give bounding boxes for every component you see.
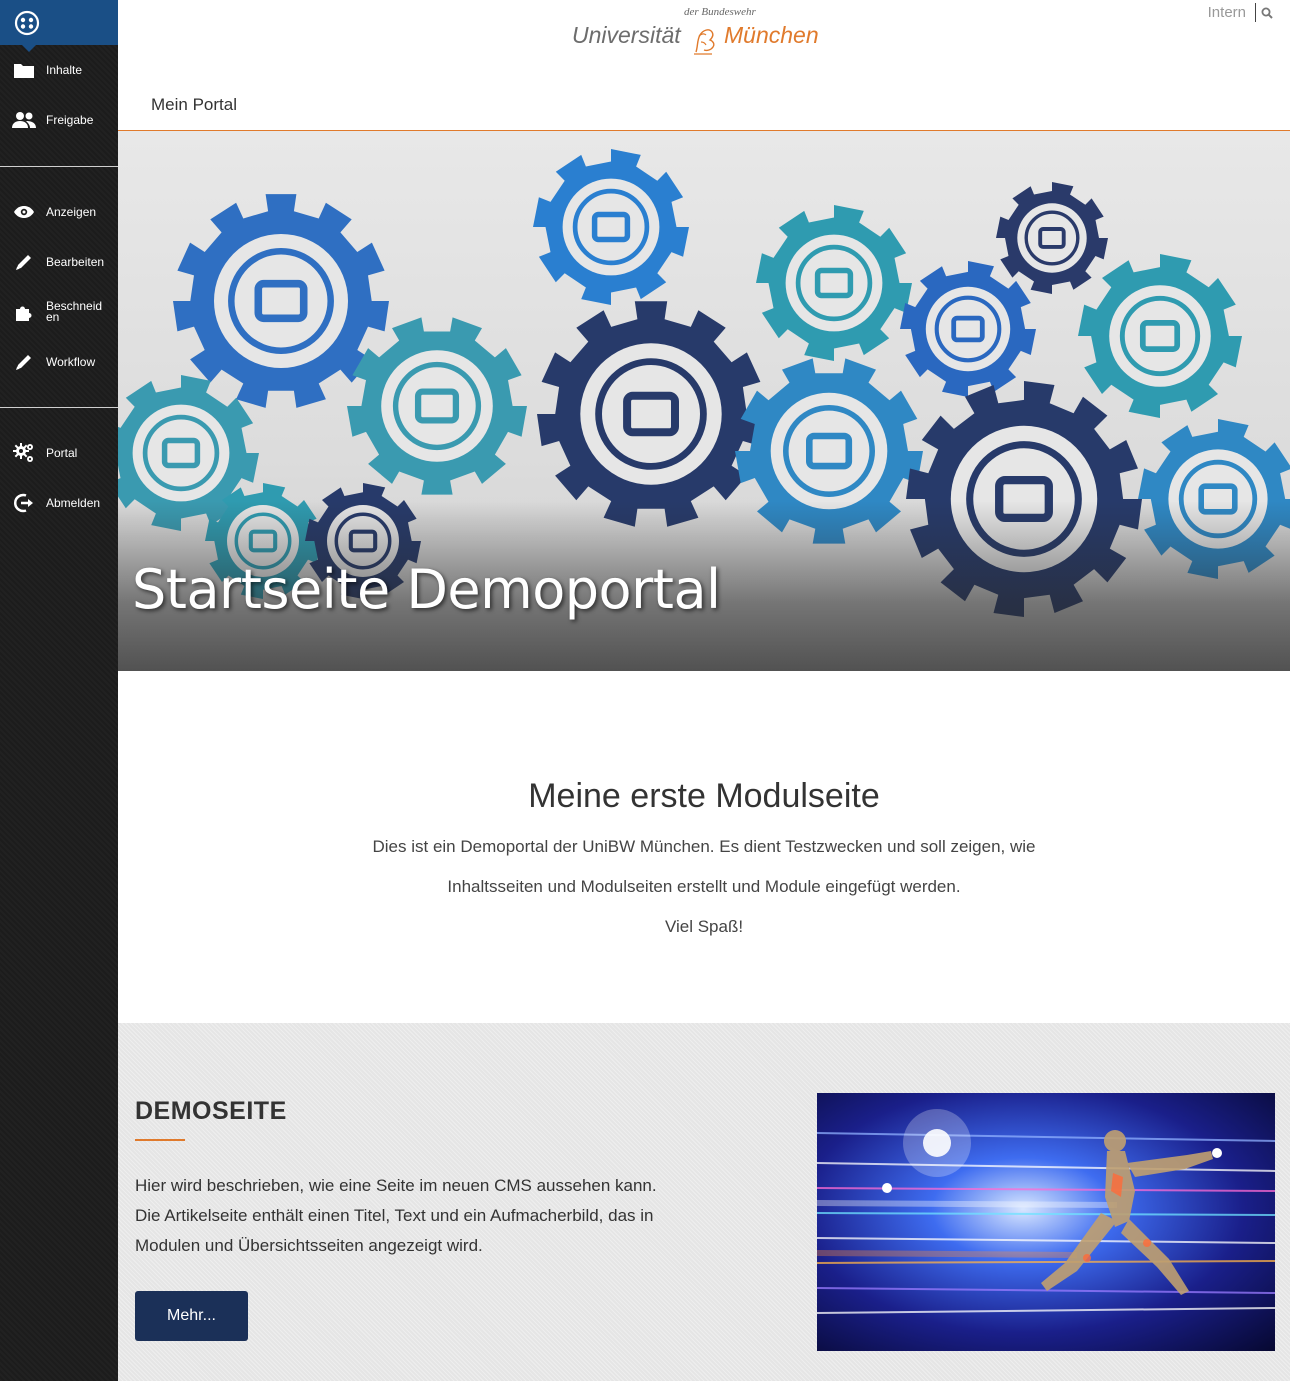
demo-teaser: DEMOSEITE Hier wird beschrieben, wie ein… [118,1023,1290,1381]
gear-icon [996,182,1108,294]
sidebar-item-label: Bearbeiten [46,254,105,269]
users-icon [12,108,36,132]
hero-title: Startseite Demoportal [132,558,721,621]
header-divider [1255,3,1256,22]
logo-text-left: Universität [572,22,681,48]
gear-icon [756,205,912,361]
sidebar-item-bearbeiten[interactable]: Bearbeiten [0,237,118,287]
intro-heading: Meine erste Modulseite [528,777,880,815]
demo-text-line-3: Modulen und Übersichtsseiten angezeigt w… [135,1236,483,1255]
cms-logo[interactable] [0,0,118,52]
demo-text-line-2: Die Artikelseite enthält einen Titel, Te… [135,1206,654,1225]
logout-icon [12,491,36,515]
folder-icon [12,58,36,82]
intern-link[interactable]: Intern [1208,4,1246,21]
sidebar-item-abmelden[interactable]: Abmelden [0,478,118,528]
sidebar-item-anzeigen[interactable]: Anzeigen [0,187,118,237]
sidebar-item-label: Inhalte [46,62,83,77]
hero-banner: Startseite Demoportal [118,131,1290,671]
demo-heading-underline [135,1139,185,1141]
mehr-button[interactable]: Mehr... [135,1291,248,1341]
gears-icon [12,441,36,465]
gear-icon [533,149,689,305]
gear-icon [1078,254,1242,418]
gear-icon [537,301,765,527]
sidebar-item-beschneiden[interactable]: Beschneiden [0,287,118,337]
logo-text-right: München [724,22,819,48]
sidebar-divider [0,166,118,167]
sidebar-item-freigabe[interactable]: Freigabe [0,95,118,145]
sidebar-item-label: Workflow [46,354,96,369]
sidebar-item-label: Abmelden [46,495,101,510]
sidebar-divider [0,407,118,408]
sidebar-item-portal[interactable]: Portal [0,428,118,478]
puzzle-icon [12,300,36,324]
search-icon[interactable] [1261,6,1273,24]
sidebar-item-inhalte[interactable]: Inhalte [0,45,118,95]
logo-seal-icon [694,29,715,55]
intro-section: Meine erste Modulseite Dies ist ein Demo… [118,671,1290,1023]
gear-icon [347,317,527,495]
sidebar-item-label: Beschneiden [46,299,103,324]
nav-mein-portal[interactable]: Mein Portal [151,95,237,115]
eye-icon [12,200,36,224]
demo-image[interactable] [817,1093,1275,1351]
intro-text-line-3: Viel Spaß! [664,917,744,936]
pencil-icon [12,250,36,274]
sidebar-item-label: Freigabe [46,112,94,127]
intro-text-line-2: Inhaltsseiten und Modulseiten erstellt u… [447,877,961,896]
sidebar-item-label: Portal [46,445,78,460]
demo-heading: DEMOSEITE [135,1097,287,1125]
logo-subtitle: der Bundeswehr [684,6,756,18]
gear-icon [900,261,1036,397]
demo-text-line-1: Hier wird beschrieben, wie eine Seite im… [135,1176,657,1195]
university-logo[interactable]: der Bundeswehr Universität München [572,4,832,56]
sidebar-item-label: Anzeigen [46,204,97,219]
intro-text-line-1: Dies ist ein Demoportal der UniBW Münche… [372,837,1036,856]
cms-logo-icon [14,10,40,35]
sidebar: Inhalte Freigabe Anzeigen Bearbeiten Bes… [0,0,118,1381]
pencil-icon [12,350,36,374]
header: der Bundeswehr Universität München Inter… [118,0,1290,131]
sidebar-item-workflow[interactable]: Workflow [0,337,118,387]
